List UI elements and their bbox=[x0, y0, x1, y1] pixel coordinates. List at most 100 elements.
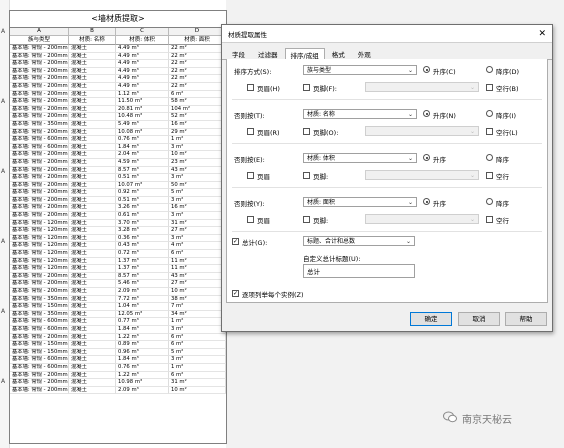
cell-material-name[interactable]: 混凝土 bbox=[69, 113, 116, 121]
ascending-radio[interactable] bbox=[423, 110, 430, 117]
cell-family-type[interactable]: 基本墙: 常规 - 200mm bbox=[10, 189, 69, 197]
table-row[interactable]: 基本墙: 常规 - 200mm 混凝土 4.49 m³ 22 m² bbox=[10, 60, 226, 68]
table-row[interactable]: 基本墙: 常规 - 600mm 混凝土 0.77 m³ 1 m² bbox=[10, 318, 226, 326]
cell-material-volume[interactable]: 1.84 m³ bbox=[116, 143, 169, 152]
cell-material-name[interactable]: 混凝土 bbox=[69, 151, 116, 159]
header-material-volume[interactable]: 材质: 体积 bbox=[116, 36, 170, 45]
cell-material-area[interactable]: 58 m² bbox=[169, 98, 226, 106]
cell-material-name[interactable]: 混凝土 bbox=[69, 295, 116, 304]
grand-totals-dropdown[interactable]: 标题、合计和总数 ⌄ bbox=[303, 236, 415, 246]
table-row[interactable]: 基本墙: 常规 - 120mm 混凝土 1.37 m³ 11 m² bbox=[10, 265, 226, 273]
custom-total-title-input[interactable]: 总计 bbox=[303, 264, 415, 278]
cell-material-volume[interactable]: 20.81 m³ bbox=[116, 105, 169, 114]
blank-line-checkbox[interactable] bbox=[486, 216, 493, 223]
cell-material-area[interactable]: 6 m² bbox=[169, 250, 226, 258]
cell-material-name[interactable]: 混凝土 bbox=[69, 272, 116, 281]
cell-material-area[interactable]: 27 m² bbox=[169, 280, 226, 288]
cell-material-volume[interactable]: 10.08 m³ bbox=[116, 128, 169, 137]
footer-checkbox[interactable] bbox=[303, 128, 310, 135]
table-row[interactable]: 基本墙: 常规 - 600mm 混凝土 1.84 m³ 3 m² bbox=[10, 143, 226, 152]
cell-material-name[interactable]: 混凝土 bbox=[69, 158, 116, 167]
cell-family-type[interactable]: 基本墙: 常规 - 200mm bbox=[10, 75, 69, 83]
cell-family-type[interactable]: 基本墙: 常规 - 600mm bbox=[10, 318, 69, 326]
ascending-radio[interactable] bbox=[423, 66, 430, 73]
cell-family-type[interactable]: 基本墙: 常规 - 200mm bbox=[10, 196, 69, 205]
cell-material-area[interactable]: 16 m² bbox=[169, 120, 226, 129]
cell-family-type[interactable]: 基本墙: 常规 - 200mm bbox=[10, 113, 69, 121]
help-button[interactable]: 帮助 bbox=[505, 312, 547, 326]
cell-material-name[interactable]: 混凝土 bbox=[69, 174, 116, 182]
cell-material-name[interactable]: 混凝土 bbox=[69, 288, 116, 296]
table-row[interactable]: 基本墙: 常规 - 200mm 混凝土 10.07 m³ 50 m² bbox=[10, 181, 226, 190]
table-row[interactable]: 基本墙: 常规 - 150mm 混凝土 0.96 m³ 5 m² bbox=[10, 348, 226, 357]
cell-material-area[interactable]: 10 m² bbox=[169, 151, 226, 159]
grand-totals-checkbox[interactable]: ✓ bbox=[232, 238, 239, 245]
cell-family-type[interactable]: 基本墙: 常规 - 150mm bbox=[10, 303, 69, 311]
cell-material-volume[interactable]: 1.12 m³ bbox=[116, 90, 169, 99]
cell-family-type[interactable]: 基本墙: 常规 - 600mm bbox=[10, 356, 69, 364]
table-row[interactable]: 基本墙: 常规 - 200mm 混凝土 4.49 m³ 22 m² bbox=[10, 67, 226, 76]
table-row[interactable]: 基本墙: 常规 - 120mm 混凝土 0.72 m³ 6 m² bbox=[10, 250, 226, 258]
sort-field-dropdown[interactable]: 材质: 面积 ⌄ bbox=[303, 197, 417, 207]
cell-family-type[interactable]: 基本墙: 常规 - 200mm bbox=[10, 272, 69, 281]
cell-material-name[interactable]: 混凝土 bbox=[69, 371, 116, 380]
cell-material-name[interactable]: 混凝土 bbox=[69, 120, 116, 129]
cell-material-volume[interactable]: 3.70 m³ bbox=[116, 219, 169, 228]
descending-radio[interactable] bbox=[486, 110, 493, 117]
cell-family-type[interactable]: 基本墙: 常规 - 120mm bbox=[10, 227, 69, 235]
table-row[interactable]: 基本墙: 常规 - 600mm 混凝土 1.84 m³ 3 m² bbox=[10, 325, 226, 334]
sort-field-dropdown[interactable]: 材质: 体积 ⌄ bbox=[303, 153, 417, 163]
cell-family-type[interactable]: 基本墙: 常规 - 120mm bbox=[10, 265, 69, 273]
footer-checkbox[interactable] bbox=[303, 84, 310, 91]
cell-material-volume[interactable]: 4.59 m³ bbox=[116, 158, 169, 167]
cell-material-area[interactable]: 22 m² bbox=[169, 82, 226, 91]
footer-checkbox[interactable] bbox=[303, 216, 310, 223]
cell-material-volume[interactable]: 0.76 m³ bbox=[116, 136, 169, 144]
table-row[interactable]: 基本墙: 常规 - 200mm 混凝土 4.49 m³ 22 m² bbox=[10, 75, 226, 83]
cell-material-area[interactable]: 22 m² bbox=[169, 75, 226, 83]
cell-family-type[interactable]: 基本墙: 常规 - 600mm bbox=[10, 143, 69, 152]
material-schedule-view[interactable]: <墙材质提取> A B C D 族与类型 材质: 名称 材质: 体积 材质: 面… bbox=[9, 10, 227, 444]
cell-family-type[interactable]: 基本墙: 常规 - 200mm bbox=[10, 52, 69, 61]
table-row[interactable]: 基本墙: 常规 - 150mm 混凝土 1.04 m³ 7 m² bbox=[10, 303, 226, 311]
cell-family-type[interactable]: 基本墙: 常规 - 200mm bbox=[10, 98, 69, 106]
cell-material-volume[interactable]: 1.37 m³ bbox=[116, 257, 169, 266]
cell-material-volume[interactable]: 0.36 m³ bbox=[116, 234, 169, 243]
descending-radio[interactable] bbox=[486, 154, 493, 161]
cell-material-area[interactable]: 22 m² bbox=[169, 67, 226, 76]
cell-material-area[interactable]: 11 m² bbox=[169, 257, 226, 266]
cell-material-area[interactable]: 3 m² bbox=[169, 143, 226, 152]
cell-material-name[interactable]: 混凝土 bbox=[69, 60, 116, 68]
header-checkbox[interactable] bbox=[247, 216, 254, 223]
cell-material-area[interactable]: 3 m² bbox=[169, 212, 226, 220]
header-checkbox[interactable] bbox=[247, 128, 254, 135]
cell-material-area[interactable]: 16 m² bbox=[169, 204, 226, 213]
cell-material-name[interactable]: 混凝土 bbox=[69, 250, 116, 258]
cell-material-name[interactable]: 混凝土 bbox=[69, 212, 116, 220]
cell-material-area[interactable]: 3 m² bbox=[169, 356, 226, 364]
cell-material-area[interactable]: 6 m² bbox=[169, 333, 226, 342]
header-checkbox[interactable] bbox=[247, 84, 254, 91]
tab-filter[interactable]: 过滤器 bbox=[252, 47, 284, 59]
column-letter-d[interactable]: D bbox=[169, 28, 226, 36]
tab-fields[interactable]: 字段 bbox=[226, 47, 251, 59]
header-checkbox[interactable] bbox=[247, 172, 254, 179]
cell-material-name[interactable]: 混凝土 bbox=[69, 348, 116, 357]
cell-material-area[interactable]: 3 m² bbox=[169, 196, 226, 205]
column-letter-b[interactable]: B bbox=[68, 28, 117, 36]
cell-material-name[interactable]: 混凝土 bbox=[69, 242, 116, 251]
cell-family-type[interactable]: 基本墙: 常规 - 200mm bbox=[10, 105, 69, 114]
cell-family-type[interactable]: 基本墙: 常规 - 600mm bbox=[10, 325, 69, 334]
cell-family-type[interactable]: 基本墙: 常规 - 200mm bbox=[10, 212, 69, 220]
cell-material-volume[interactable]: 0.77 m³ bbox=[116, 318, 169, 326]
cell-material-volume[interactable]: 2.09 m³ bbox=[116, 288, 169, 296]
cell-material-volume[interactable]: 8.57 m³ bbox=[116, 272, 169, 281]
cell-material-volume[interactable]: 0.43 m³ bbox=[116, 242, 169, 251]
cell-material-name[interactable]: 混凝土 bbox=[69, 204, 116, 213]
cell-material-volume[interactable]: 0.76 m³ bbox=[116, 363, 169, 372]
cell-material-area[interactable]: 43 m² bbox=[169, 272, 226, 281]
cell-material-volume[interactable]: 0.89 m³ bbox=[116, 341, 169, 349]
cell-material-volume[interactable]: 1.04 m³ bbox=[116, 303, 169, 311]
table-row[interactable]: 基本墙: 常规 - 200mm 混凝土 8.57 m³ 43 m² bbox=[10, 272, 226, 281]
cell-material-volume[interactable]: 10.07 m³ bbox=[116, 181, 169, 190]
